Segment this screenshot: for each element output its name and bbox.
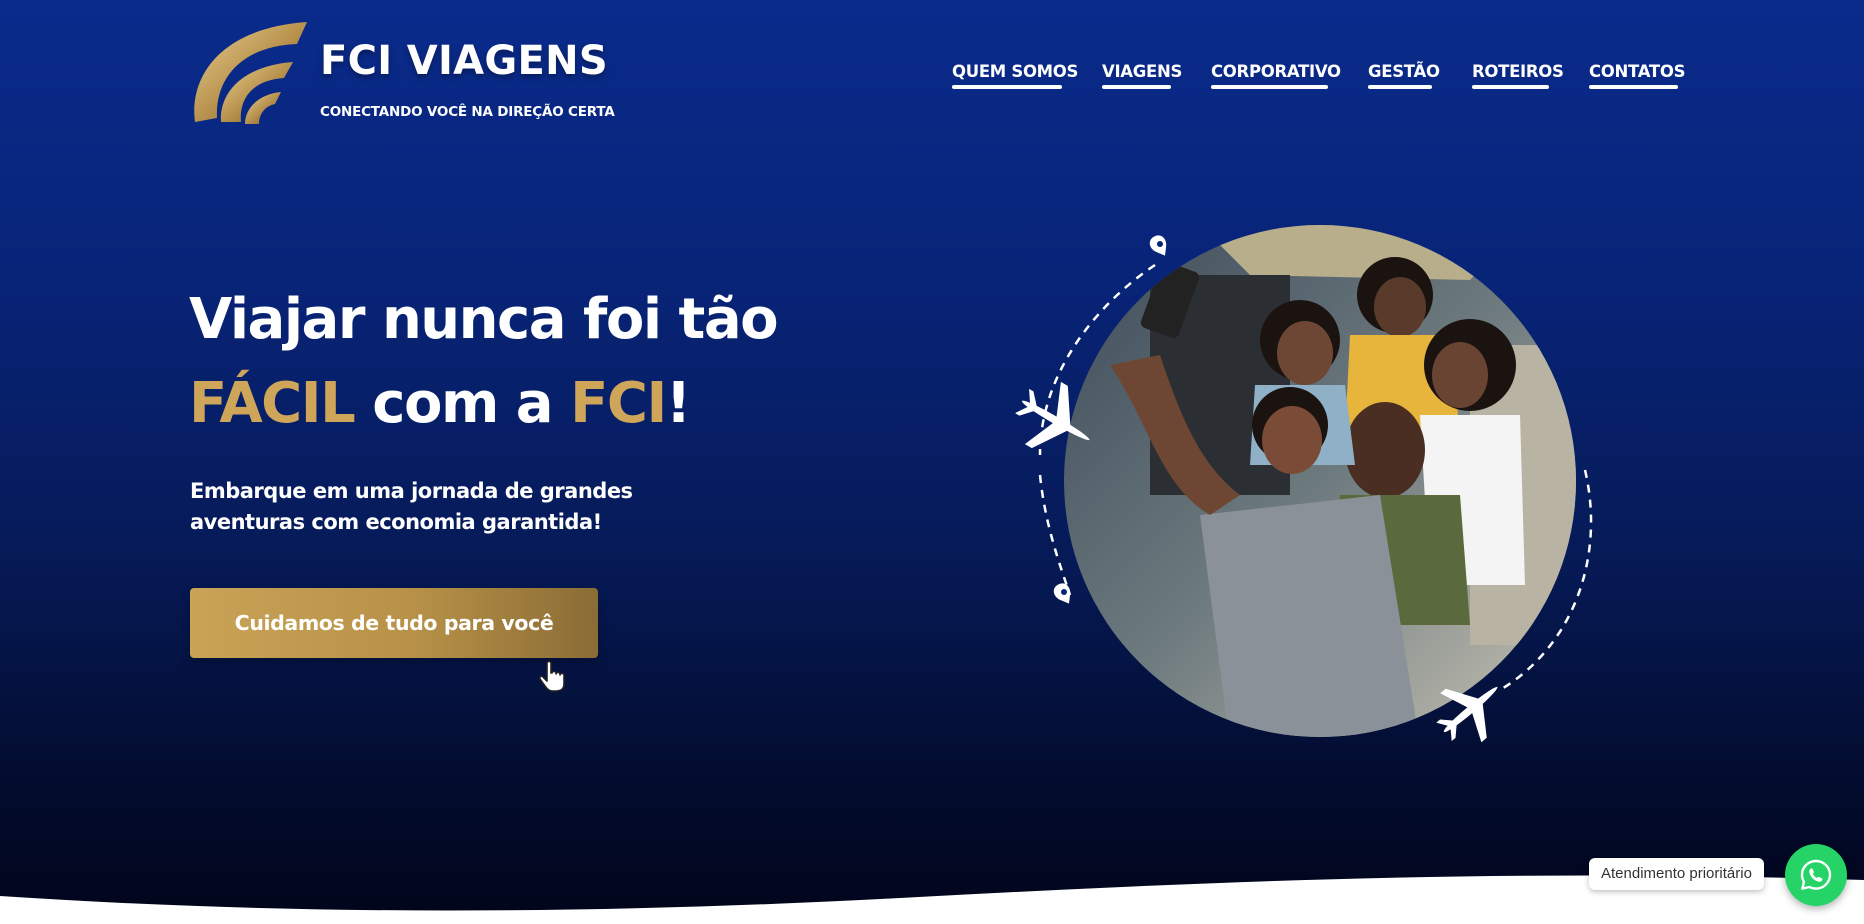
family-selfie-photo	[1064, 225, 1576, 737]
hand-pointer-icon	[538, 660, 565, 692]
headline-connector: com a	[354, 371, 571, 436]
nav-item-contatos[interactable]: CONTATOS	[1589, 62, 1685, 89]
headline-word-fci: FCI	[570, 371, 667, 436]
nav-item-roteiros[interactable]: ROTEIROS	[1472, 62, 1564, 89]
nav-item-quem-somos[interactable]: QUEM SOMOS	[952, 62, 1078, 89]
nav-item-viagens[interactable]: VIAGENS	[1102, 62, 1182, 89]
headline-line1: Viajar nunca foi tão	[189, 287, 779, 352]
cta-button[interactable]: Cuidamos de tudo para você	[190, 588, 598, 658]
location-pin-icon	[1149, 235, 1167, 256]
chat-label[interactable]: Atendimento prioritário	[1589, 858, 1764, 890]
hero-section: FCI VIAGENS CONECTANDO VOCÊ NA DIREÇÃO C…	[0, 0, 1864, 924]
nav-item-corporativo[interactable]: CORPORATIVO	[1211, 62, 1341, 89]
hero-photo-group	[1015, 225, 1593, 743]
fci-logo-icon[interactable]	[189, 18, 313, 130]
headline-word-facil: FÁCIL	[189, 371, 356, 436]
hero-subheadline: Embarque em uma jornada de grandes avent…	[190, 479, 633, 534]
hero-headline: Viajar nunca foi tão FÁCIL com a FCI!	[189, 278, 779, 446]
bottom-wave	[0, 875, 1864, 924]
whatsapp-button[interactable]	[1785, 844, 1847, 906]
location-pin-icon	[1053, 583, 1071, 604]
brand-tagline: CONECTANDO VOCÊ NA DIREÇÃO CERTA	[320, 104, 615, 120]
headline-exclaim: !	[665, 371, 692, 436]
nav-item-gestao[interactable]: GESTÃO	[1368, 62, 1440, 89]
whatsapp-icon	[1800, 859, 1832, 890]
brand-title[interactable]: FCI VIAGENS	[320, 38, 608, 84]
